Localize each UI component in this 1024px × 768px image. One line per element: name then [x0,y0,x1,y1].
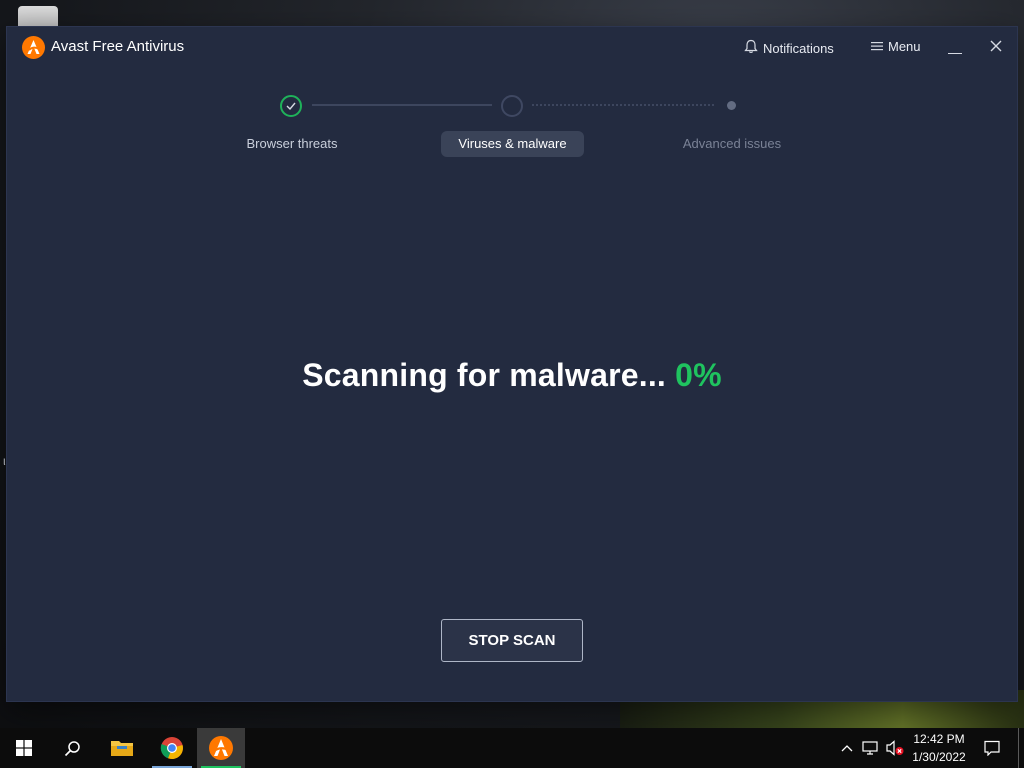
notifications-button[interactable]: Notifications [744,39,834,57]
notifications-label: Notifications [763,40,834,56]
step-advanced-node [727,101,736,110]
chevron-up-icon [841,745,853,752]
desktop-edge-text: ι [3,454,6,468]
windows-start-icon [16,740,32,756]
app-title: Avast Free Antivirus [51,38,185,55]
action-center-button[interactable] [978,728,1006,768]
clock-time: 12:42 PM [913,732,965,746]
stepper-connector-pending [532,104,714,106]
step-viruses-node [501,95,523,117]
minimize-button[interactable] [948,39,962,55]
scan-status: Scanning for malware... 0% [7,357,1017,394]
chrome-taskbar-button[interactable] [148,728,196,768]
desktop-shortcut-icon[interactable] [18,6,58,28]
close-icon [990,40,1002,52]
step-advanced-label: Advanced issues [682,136,782,151]
folder-icon [111,741,133,756]
avast-taskbar-button[interactable] [197,728,245,768]
menu-label: Menu [888,39,921,54]
bell-icon [744,39,758,57]
avast-icon [209,736,233,760]
taskbar: 12:42 PM 1/30/2022 [0,728,1024,768]
volume-muted-icon [886,740,904,756]
stop-scan-button[interactable]: STOP SCAN [441,619,583,662]
show-desktop-button[interactable] [1018,728,1019,768]
scan-progress-percent: 0% [675,357,722,393]
search-icon [64,740,80,756]
stepper-connector-complete [312,104,492,106]
file-explorer-button[interactable] [98,728,146,768]
hamburger-icon [871,39,883,54]
network-icon [862,741,878,755]
chrome-icon [160,737,183,760]
clock-date: 1/30/2022 [912,750,966,764]
step-browser-threats-node [280,95,302,117]
menu-button[interactable]: Menu [871,39,921,54]
volume-tray-button[interactable] [884,728,906,768]
avast-logo-icon [22,36,45,59]
scan-status-text: Scanning for malware... [302,357,667,393]
step-viruses-label: Viruses & malware [441,131,584,157]
step-browser-threats-label: Browser threats [246,136,338,151]
start-button[interactable] [0,728,48,768]
system-clock[interactable]: 12:42 PM 1/30/2022 [906,730,972,766]
show-hidden-icons-button[interactable] [838,728,856,768]
notification-center-icon [984,740,1000,756]
close-button[interactable] [989,39,1005,55]
title-bar: Avast Free Antivirus Notifications Menu [7,27,1017,69]
search-button[interactable] [48,728,96,768]
checkmark-icon [286,102,296,110]
avast-window: Avast Free Antivirus Notifications Menu [7,27,1017,701]
network-tray-button[interactable] [860,728,882,768]
